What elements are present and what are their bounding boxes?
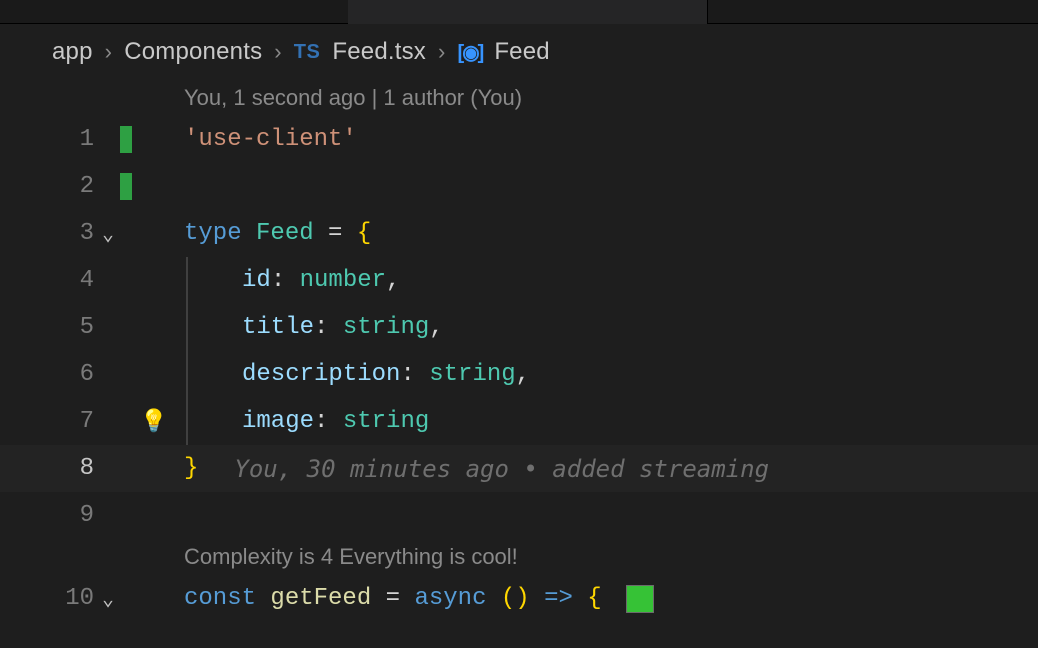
breadcrumb-item[interactable]: Components xyxy=(124,38,262,66)
code-line: 6 description: string, xyxy=(0,351,1038,398)
line-number: 7 xyxy=(62,408,94,435)
type-keyword: string xyxy=(343,408,429,435)
breadcrumb-symbol[interactable]: Feed xyxy=(494,38,550,66)
gutter[interactable]: 5 xyxy=(0,314,130,341)
ts-file-icon: TS xyxy=(294,41,321,64)
color-swatch-icon[interactable] xyxy=(626,585,654,613)
gutter[interactable]: 4 xyxy=(0,267,130,294)
tab-strip xyxy=(0,0,1038,24)
line-number: 8 xyxy=(62,455,94,482)
gutter[interactable]: 7 xyxy=(0,408,130,435)
code-content[interactable]: image: string xyxy=(130,408,429,435)
open-brace: { xyxy=(357,220,371,247)
code-line-current: 8 } You, 30 minutes ago • added streamin… xyxy=(0,445,1038,492)
line-number: 3 xyxy=(62,220,94,247)
code-line: 4 id: number, xyxy=(0,257,1038,304)
code-content[interactable]: 'use-client' xyxy=(130,126,357,153)
gutter[interactable]: 6 xyxy=(0,361,130,388)
line-number: 10 xyxy=(62,585,94,612)
function-name: getFeed xyxy=(270,585,371,612)
code-content[interactable]: } You, 30 minutes ago • added streaming xyxy=(130,455,769,483)
code-content[interactable]: id: number, xyxy=(130,267,400,294)
gutter[interactable]: 2 xyxy=(0,173,130,200)
breadcrumb-item[interactable]: app xyxy=(52,38,93,66)
keyword: async xyxy=(414,585,486,612)
code-content[interactable]: type Feed = { xyxy=(130,220,371,247)
gutter[interactable]: 3 ⌄ xyxy=(0,220,130,247)
property-name: id xyxy=(242,267,271,294)
close-brace: } xyxy=(184,455,198,482)
code-line: 2 xyxy=(0,163,1038,210)
indent-guide xyxy=(186,351,188,398)
indent-guide xyxy=(186,304,188,351)
code-editor[interactable]: 1 'use-client' 2 3 ⌄ type Feed = { 4 xyxy=(0,116,1038,622)
git-blame-annotation: You, 1 second ago | 1 author (You) xyxy=(0,80,1038,116)
chevron-right-icon: › xyxy=(105,39,113,65)
breadcrumb[interactable]: app › Components › TS Feed.tsx › [◉] Fee… xyxy=(0,24,1038,80)
keyword: type xyxy=(184,220,242,247)
string-literal: 'use-client' xyxy=(184,126,357,153)
tab-placeholder[interactable] xyxy=(348,0,708,24)
codelens-annotation[interactable]: Complexity is 4 Everything is cool! xyxy=(0,539,1038,575)
symbol-variable-icon: [◉] xyxy=(458,40,483,65)
type-keyword: string xyxy=(343,314,429,341)
property-name: title xyxy=(242,314,314,341)
line-number: 4 xyxy=(62,267,94,294)
code-line: 10 ⌄ const getFeed = async () => { xyxy=(0,575,1038,622)
type-keyword: number xyxy=(300,267,386,294)
indent-guide xyxy=(186,257,188,304)
git-added-indicator xyxy=(120,173,132,200)
code-line: 1 'use-client' xyxy=(0,116,1038,163)
fold-toggle[interactable]: ⌄ xyxy=(94,586,122,612)
property-name: description xyxy=(242,361,400,388)
chevron-right-icon: › xyxy=(274,39,282,65)
code-line: 9 xyxy=(0,492,1038,539)
code-line: 5 title: string, xyxy=(0,304,1038,351)
git-added-indicator xyxy=(120,126,132,153)
code-content[interactable]: title: string, xyxy=(130,314,444,341)
line-number: 9 xyxy=(62,502,94,529)
code-line: 💡 7 image: string xyxy=(0,398,1038,445)
keyword: const xyxy=(184,585,256,612)
type-keyword: string xyxy=(429,361,515,388)
lightbulb-icon[interactable]: 💡 xyxy=(140,409,167,435)
breadcrumb-file[interactable]: Feed.tsx xyxy=(332,38,426,66)
inline-git-blame: You, 30 minutes ago • added streaming xyxy=(234,455,769,483)
gutter[interactable]: 8 xyxy=(0,455,130,482)
code-line: 3 ⌄ type Feed = { xyxy=(0,210,1038,257)
property-name: image xyxy=(242,408,314,435)
gutter[interactable]: 10 ⌄ xyxy=(0,585,130,612)
code-content[interactable]: description: string, xyxy=(130,361,530,388)
gutter[interactable]: 1 xyxy=(0,126,130,153)
code-content[interactable]: const getFeed = async () => { xyxy=(130,585,654,613)
chevron-right-icon: › xyxy=(438,39,446,65)
fold-toggle[interactable]: ⌄ xyxy=(94,221,122,247)
gutter[interactable]: 9 xyxy=(0,502,130,529)
type-name: Feed xyxy=(256,220,314,247)
line-number: 1 xyxy=(62,126,94,153)
line-number: 2 xyxy=(62,173,94,200)
line-number: 5 xyxy=(62,314,94,341)
line-number: 6 xyxy=(62,361,94,388)
indent-guide xyxy=(186,398,188,445)
